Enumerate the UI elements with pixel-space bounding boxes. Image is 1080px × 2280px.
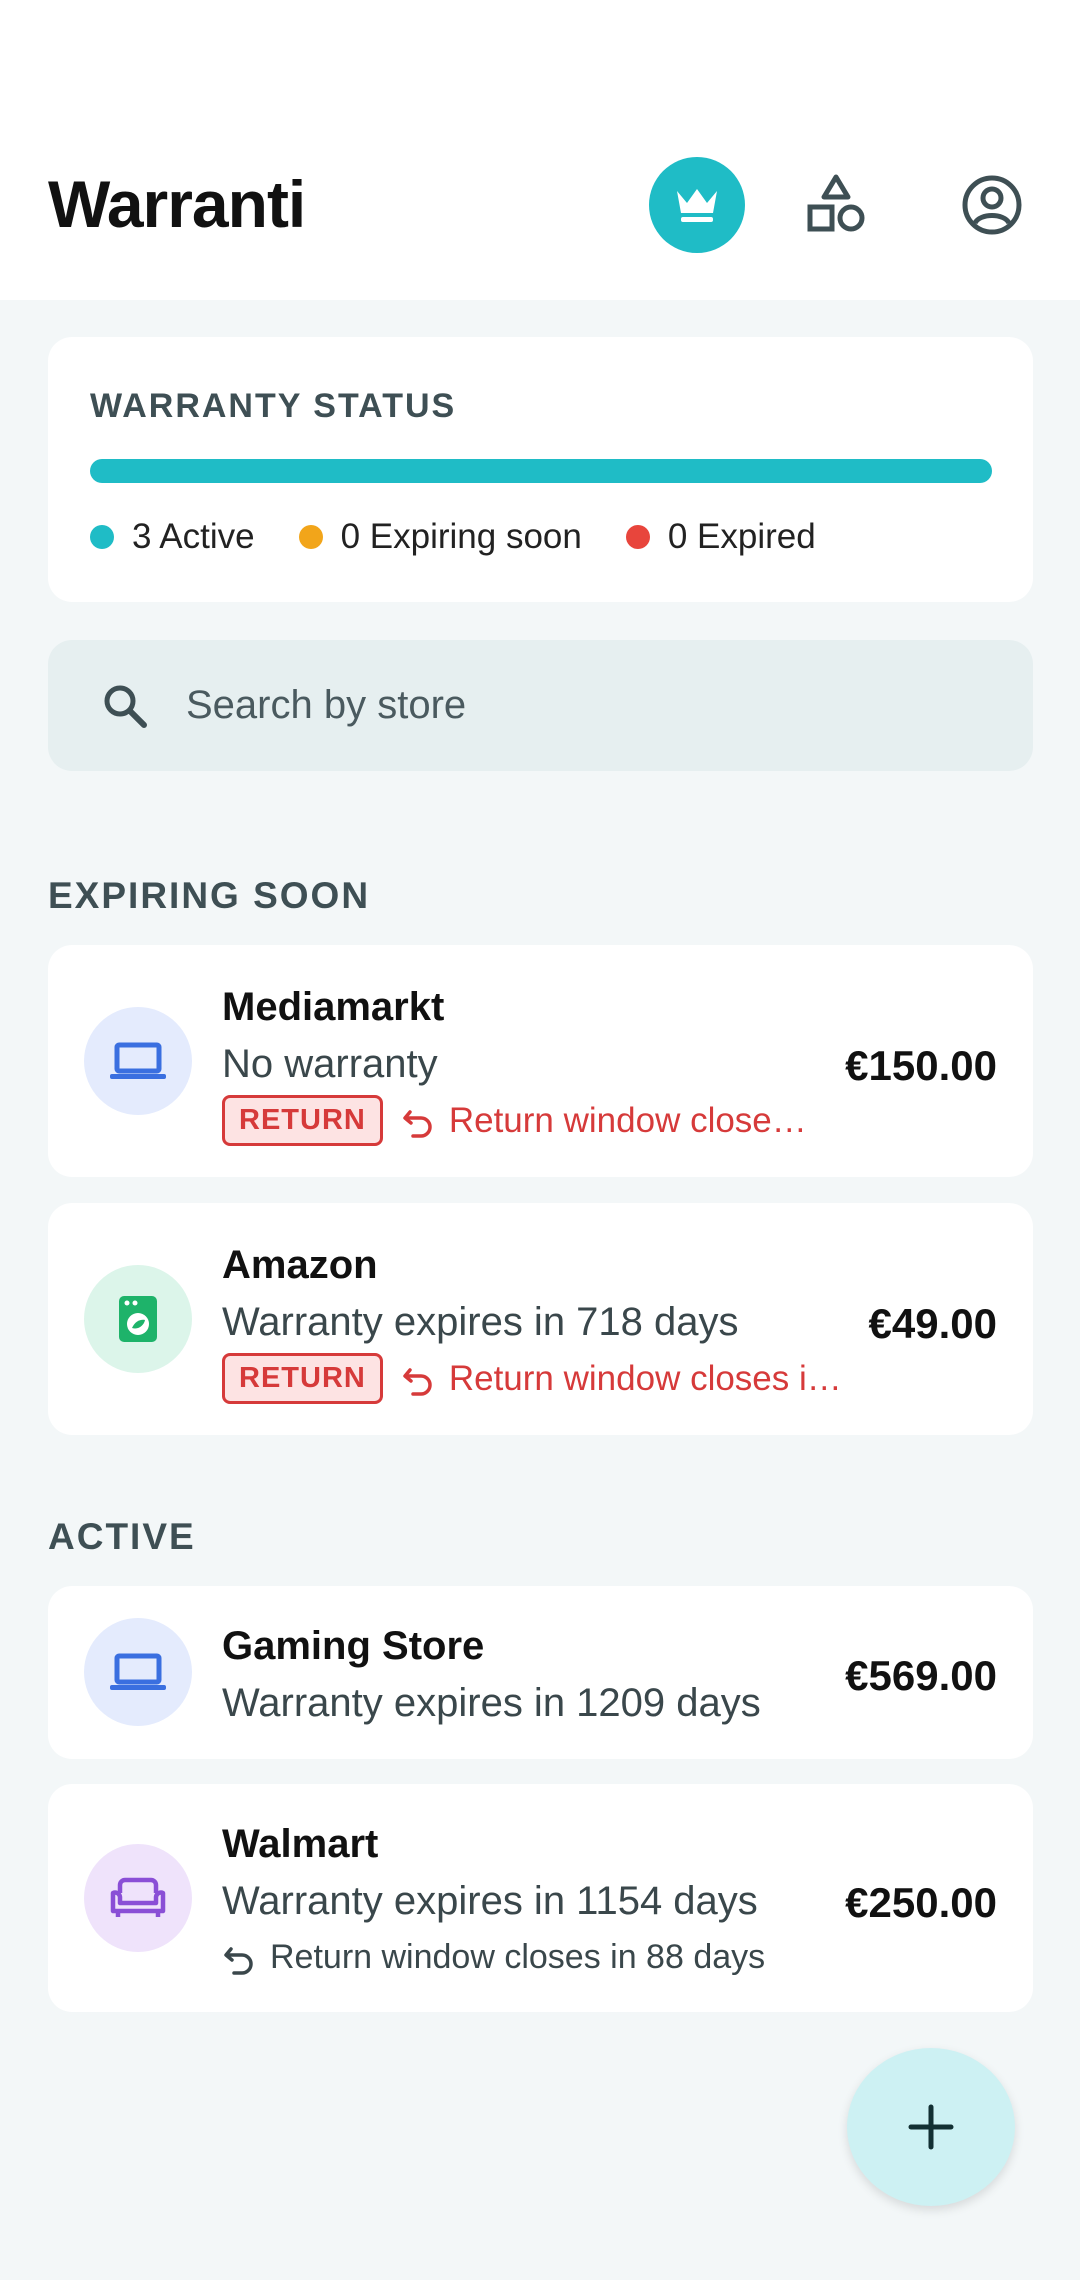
warranty-item-walmart[interactable]: Walmart Warranty expires in 1154 days Re… bbox=[48, 1784, 1033, 2012]
search-input[interactable] bbox=[184, 682, 968, 729]
app-title: Warranti bbox=[48, 167, 306, 241]
laptop-icon bbox=[110, 1042, 166, 1079]
shapes-icon bbox=[807, 174, 865, 232]
item-price: €49.00 bbox=[868, 1300, 997, 1347]
undo-icon bbox=[403, 1367, 432, 1396]
return-row: Return window closes in 88 days bbox=[222, 1938, 765, 1977]
warranty-item-amazon[interactable]: Amazon Warranty expires in 718 days RETU… bbox=[48, 1203, 1033, 1435]
sofa-icon bbox=[110, 1877, 166, 1917]
account-button[interactable] bbox=[944, 157, 1040, 253]
undo-icon bbox=[224, 1946, 253, 1975]
return-window-text: Return window close… bbox=[448, 1100, 807, 1140]
item-avatar bbox=[84, 1618, 192, 1726]
legend-expiring: 0 Expiring soon bbox=[298, 517, 582, 557]
item-store-name: Amazon bbox=[222, 1243, 378, 1287]
section-active: ACTIVE bbox=[48, 1516, 196, 1557]
expiring-dot bbox=[298, 525, 323, 549]
legend-expiring-label: 0 Expiring soon bbox=[340, 517, 582, 556]
categories-button[interactable] bbox=[788, 157, 884, 253]
account-icon bbox=[962, 175, 1022, 235]
legend-active-label: 3 Active bbox=[132, 517, 255, 556]
return-window-text: Return window closes i… bbox=[448, 1358, 842, 1398]
item-avatar bbox=[84, 1265, 192, 1373]
item-warranty-text: Warranty expires in 718 days bbox=[222, 1300, 739, 1344]
return-badge: RETURN bbox=[222, 1095, 383, 1146]
warranty-status-label: WARRANTY STATUS bbox=[90, 387, 457, 425]
item-warranty-text: Warranty expires in 1154 days bbox=[222, 1879, 758, 1923]
warranty-item-mediamarkt[interactable]: Mediamarkt No warranty RETURN Return win… bbox=[48, 945, 1033, 1177]
plus-icon bbox=[908, 2104, 954, 2150]
legend-active: 3 Active bbox=[90, 517, 255, 557]
legend-expired-label: 0 Expired bbox=[667, 517, 816, 556]
item-store-name: Gaming Store bbox=[222, 1624, 485, 1668]
warranty-item-gaming-store[interactable]: Gaming Store Warranty expires in 1209 da… bbox=[48, 1586, 1033, 1759]
item-avatar bbox=[84, 1844, 192, 1952]
premium-button[interactable] bbox=[649, 157, 745, 253]
item-store-name: Walmart bbox=[222, 1822, 379, 1866]
item-price: €569.00 bbox=[845, 1652, 997, 1699]
top-app-bar: Warranti bbox=[0, 0, 1080, 300]
item-warranty-text: Warranty expires in 1209 days bbox=[222, 1681, 761, 1725]
section-expiring-soon: EXPIRING SOON bbox=[48, 875, 371, 916]
undo-icon bbox=[403, 1109, 432, 1138]
item-avatar bbox=[84, 1007, 192, 1115]
crown-icon bbox=[677, 189, 717, 222]
item-store-name: Mediamarkt bbox=[222, 985, 445, 1029]
washing-machine-icon bbox=[119, 1296, 157, 1342]
item-price: €150.00 bbox=[845, 1042, 997, 1089]
search-bar[interactable] bbox=[48, 640, 1033, 771]
laptop-icon bbox=[110, 1653, 166, 1690]
return-window-text: Return window closes in 88 days bbox=[270, 1938, 766, 1976]
active-dot bbox=[90, 525, 114, 549]
expired-dot bbox=[625, 525, 650, 549]
item-price: €250.00 bbox=[845, 1879, 997, 1926]
search-icon bbox=[104, 685, 147, 728]
item-warranty-text: No warranty bbox=[222, 1042, 438, 1086]
return-row: RETURN Return window closes i… bbox=[222, 1353, 842, 1404]
status-legend: 3 Active 0 Expiring soon 0 Expired bbox=[90, 517, 860, 557]
add-warranty-button[interactable] bbox=[847, 2048, 1015, 2206]
warranty-status-card: WARRANTY STATUS 3 Active 0 Expiring soon… bbox=[48, 337, 1033, 602]
return-badge: RETURN bbox=[222, 1353, 383, 1404]
legend-expired: 0 Expired bbox=[625, 517, 816, 557]
warranty-status-bar bbox=[90, 459, 992, 483]
return-row: RETURN Return window close… bbox=[222, 1095, 807, 1146]
